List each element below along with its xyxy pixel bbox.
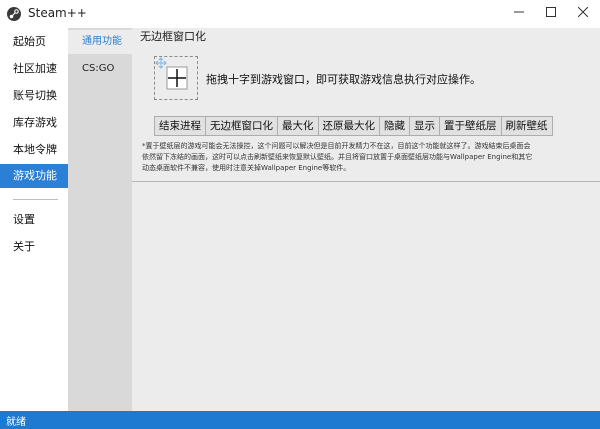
borderless-window-button[interactable]: 无边框窗口化 (206, 117, 278, 135)
maximize-button[interactable] (535, 0, 567, 24)
status-bar: 就绪 (0, 411, 600, 429)
sidebar-item-start-page[interactable]: 起始页 (0, 30, 68, 54)
set-wallpaper-layer-button[interactable]: 置于壁纸层 (440, 117, 502, 135)
note-line: *置于壁纸层的游戏可能会无法操控，这个问题可以解决但是目前开发精力不在这，目前这… (142, 142, 531, 150)
note-line: 动态桌面软件不兼容，使用时注意关掉Wallpaper Engine等软件。 (142, 164, 351, 172)
sidebar-item-local-authenticator[interactable]: 本地令牌 (0, 138, 68, 162)
sidebar-item-account-switch[interactable]: 账号切换 (0, 84, 68, 108)
sidebar: 起始页 社区加速 账号切换 库存游戏 本地令牌 游戏功能 设置 关于 (0, 28, 68, 411)
hide-window-button[interactable]: 隐藏 (380, 117, 410, 135)
action-button-bar: 结束进程 无边框窗口化 最大化 还原最大化 隐藏 显示 置于壁纸层 刷新壁纸 (154, 116, 553, 136)
tab-csgo[interactable]: CS:GO (68, 57, 132, 81)
instruction-text: 拖拽十字到游戏窗口，即可获取游戏信息执行对应操作。 (206, 73, 481, 86)
tab-general-features[interactable]: 通用功能 (68, 30, 132, 54)
minimize-icon (514, 11, 524, 13)
end-process-button[interactable]: 结束进程 (155, 117, 206, 135)
sidebar-divider (13, 199, 58, 200)
sidebar-item-game-library[interactable]: 库存游戏 (0, 111, 68, 135)
crosshair-icon (155, 57, 188, 90)
sub-navigation: 通用功能 CS:GO (68, 28, 132, 411)
close-button[interactable] (567, 0, 599, 24)
show-window-button[interactable]: 显示 (410, 117, 440, 135)
crosshair-drag-target[interactable] (154, 56, 198, 100)
restore-maximize-button[interactable]: 还原最大化 (319, 117, 380, 135)
section-divider (132, 181, 600, 182)
page-title: 无边框窗口化 (140, 30, 206, 43)
sidebar-item-community-accelerate[interactable]: 社区加速 (0, 57, 68, 81)
status-text: 就绪 (6, 417, 26, 428)
sidebar-item-game-features[interactable]: 游戏功能 (0, 164, 68, 188)
sidebar-item-about[interactable]: 关于 (0, 235, 68, 259)
note-line: 依然留下冻结的画面，这时可以点击刷新壁纸来恢复默认壁纸。并且将窗口放置于桌面壁纸… (142, 153, 533, 161)
close-icon (578, 7, 588, 17)
steam-logo-icon (7, 7, 21, 21)
maximize-icon (546, 7, 556, 17)
maximize-window-button[interactable]: 最大化 (278, 117, 319, 135)
warning-note: *置于壁纸层的游戏可能会无法操控，这个问题可以解决但是目前开发精力不在这，目前这… (142, 141, 590, 174)
sidebar-item-settings[interactable]: 设置 (0, 208, 68, 232)
refresh-wallpaper-button[interactable]: 刷新壁纸 (502, 117, 552, 135)
app-title: Steam++ (28, 6, 87, 20)
title-bar: Steam++ (0, 0, 600, 28)
main-content: 无边框窗口化 拖拽十字到游戏窗口，即可获取游戏信息执行对应操作。 结束进程 无边… (132, 28, 600, 411)
minimize-button[interactable] (503, 0, 535, 24)
